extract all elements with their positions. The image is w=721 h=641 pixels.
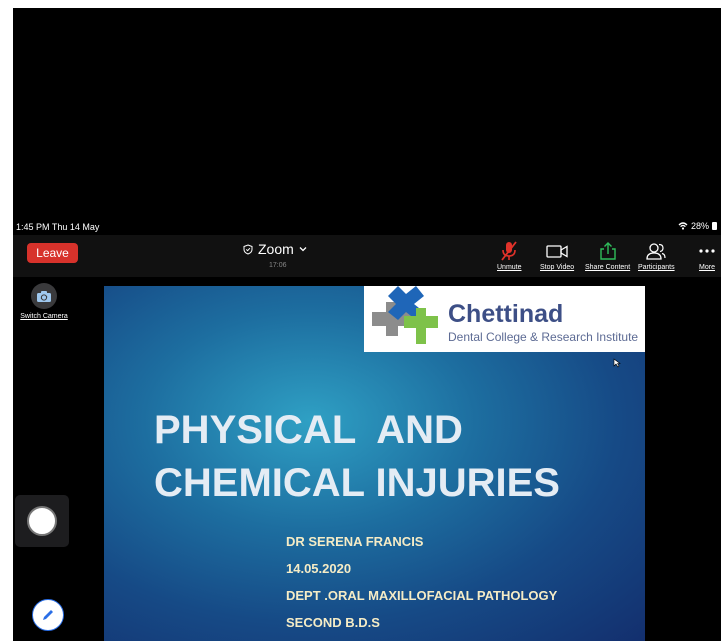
meeting-title: Zoom bbox=[258, 241, 294, 257]
chevron-down-icon bbox=[299, 247, 307, 252]
stop-video-button[interactable]: Stop Video bbox=[540, 241, 574, 271]
share-content-label: Share Content bbox=[585, 264, 631, 271]
shutter-button[interactable] bbox=[27, 506, 57, 536]
slide-title: PHYSICAL AND CHEMICAL INJURIES bbox=[154, 404, 560, 510]
chettinad-logo-mark bbox=[372, 286, 438, 344]
zoom-screen: 1:45 PM Thu 14 May 28% Leave Zoom 17:06 bbox=[13, 8, 721, 641]
participants-icon bbox=[646, 243, 666, 260]
unmute-button[interactable]: Unmute bbox=[497, 241, 522, 271]
microphone-muted-icon bbox=[501, 241, 517, 261]
slide-title-line2: CHEMICAL INJURIES bbox=[154, 461, 560, 505]
more-dots-icon bbox=[699, 249, 715, 253]
meeting-timer: 17:06 bbox=[269, 262, 287, 269]
department: DEPT .ORAL MAXILLOFACIAL PATHOLOGY bbox=[286, 588, 558, 603]
more-button[interactable]: More bbox=[697, 241, 717, 271]
presentation-date: 14.05.2020 bbox=[286, 561, 352, 576]
participants-label: Participants bbox=[638, 264, 675, 271]
presenter-name: DR SERENA FRANCIS bbox=[286, 534, 424, 549]
unmute-label: Unmute bbox=[497, 264, 522, 271]
switch-camera-circle bbox=[31, 283, 57, 309]
meeting-toolbar: Leave Zoom 17:06 Unmute Stop Video Share… bbox=[13, 235, 721, 277]
more-label: More bbox=[699, 264, 715, 271]
logo-name: Chettinad bbox=[448, 300, 564, 328]
share-content-button[interactable]: Share Content bbox=[585, 241, 630, 271]
leave-button[interactable]: Leave bbox=[27, 243, 78, 263]
switch-camera-button[interactable]: Switch Camera bbox=[20, 283, 68, 320]
battery-icon bbox=[712, 222, 717, 230]
wifi-icon bbox=[678, 222, 688, 230]
course-year: SECOND B.D.S bbox=[286, 615, 380, 630]
status-bar: 1:45 PM Thu 14 May 28% bbox=[13, 219, 721, 235]
annotate-button[interactable] bbox=[32, 599, 64, 631]
battery-percent: 28% bbox=[690, 221, 709, 231]
video-camera-icon bbox=[546, 245, 568, 258]
switch-camera-icon bbox=[37, 290, 51, 302]
stop-video-label: Stop Video bbox=[540, 264, 575, 271]
pencil-icon bbox=[43, 610, 53, 620]
slide-details: DR SERENA FRANCIS 14.05.2020 DEPT .ORAL … bbox=[286, 528, 557, 636]
meeting-title-dropdown[interactable]: Zoom bbox=[243, 241, 323, 257]
shield-icon bbox=[243, 243, 253, 255]
participants-button[interactable]: Participants bbox=[638, 241, 675, 271]
status-time: 1:45 PM Thu 14 May bbox=[16, 222, 100, 232]
status-right: 28% bbox=[678, 221, 717, 231]
share-icon bbox=[599, 242, 616, 260]
logo-subtitle: Dental College & Research Institute bbox=[448, 330, 639, 344]
screenshot-panel bbox=[15, 495, 69, 547]
institute-logo: Chettinad Dental College & Research Inst… bbox=[364, 286, 645, 352]
slide-title-line1: PHYSICAL AND bbox=[154, 408, 463, 452]
shared-slide: Chettinad Dental College & Research Inst… bbox=[104, 286, 645, 641]
switch-camera-label: Switch Camera bbox=[20, 313, 68, 320]
mouse-pointer-icon bbox=[613, 358, 621, 368]
